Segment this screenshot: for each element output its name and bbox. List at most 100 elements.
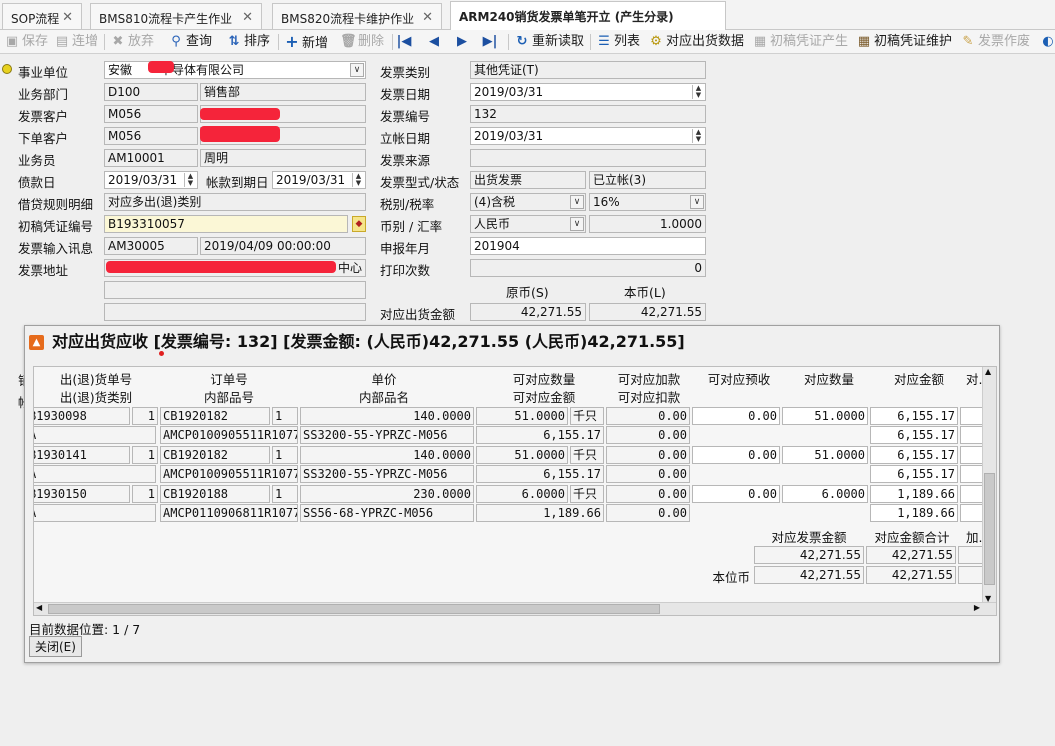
address-label: 发票地址 <box>18 263 69 278</box>
currency-select[interactable]: 人民币 ∨ <box>470 215 586 233</box>
avail-prepay-cell[interactable]: 0.00 <box>692 485 780 503</box>
tab-bms820[interactable]: BMS820流程卡维护作业 ✕ <box>272 3 442 29</box>
more-cell[interactable] <box>960 407 984 425</box>
continue-add-button[interactable]: ▤ 连增 <box>54 32 98 52</box>
tax-rate-select[interactable]: 16% ∨ <box>589 193 706 211</box>
prev-record-button[interactable]: ◀ <box>426 32 444 52</box>
match-amt-cell[interactable]: 6,155.17 <box>870 407 958 425</box>
save-button[interactable]: ▣ 保存 <box>4 32 48 52</box>
exchange-rate-field[interactable]: 1.0000 <box>589 215 706 233</box>
chevron-down-icon[interactable]: ∨ <box>350 63 364 77</box>
close-icon[interactable]: ✕ <box>422 10 433 25</box>
dept-name-field: 销售部 <box>200 83 366 101</box>
close-icon[interactable]: ✕ <box>62 10 73 25</box>
close-icon[interactable]: ✕ <box>242 10 253 25</box>
horizontal-scrollbar[interactable]: ◀ ▶ <box>34 602 996 615</box>
chevron-down-icon[interactable]: ∨ <box>690 195 704 209</box>
spinner-icon[interactable]: ▲ ▼ <box>692 129 704 143</box>
tab-bms810[interactable]: BMS810流程卡产生作业 ✕ <box>90 3 262 29</box>
borrow-date-field[interactable]: 2019/03/31 ▲ ▼ <box>104 171 198 189</box>
ship-amount-label: 对应出货金额 <box>380 307 456 322</box>
scroll-thumb[interactable] <box>984 473 995 585</box>
scroll-left-icon[interactable]: ◀ <box>36 603 42 612</box>
last-icon: ▶| <box>482 34 498 49</box>
first-record-button[interactable]: |◀ <box>396 32 414 52</box>
list-button[interactable]: ☰ 列表 <box>596 32 640 52</box>
next-record-button[interactable]: ▶ <box>454 32 472 52</box>
invoice-source-field[interactable] <box>470 149 706 167</box>
ship-amount-orig-field: 42,271.55 <box>470 303 586 321</box>
match-amt-cell[interactable]: 6,155.17 <box>870 446 958 464</box>
salesman-label: 业务员 <box>18 153 56 168</box>
spinner-icon[interactable]: ▲ ▼ <box>184 173 196 187</box>
local-currency-header: 本币(L) <box>624 285 666 300</box>
col-header-ship-no: 出(退)货单号 <box>59 372 133 387</box>
lookup-icon[interactable]: ◆ <box>352 216 366 232</box>
delete-button[interactable]: 🗑删除 <box>340 32 384 52</box>
more-cell[interactable] <box>960 446 984 464</box>
order-customer-code-field[interactable]: M056 <box>104 127 198 145</box>
avail-qty-cell: 6.0000 <box>476 485 568 503</box>
match-qty-cell[interactable]: 51.0000 <box>782 407 868 425</box>
match-amt-cell[interactable]: 1,189.66 <box>870 504 958 522</box>
avail-add-cell: 0.00 <box>606 407 690 425</box>
prev-icon: ◀ <box>429 34 439 49</box>
draft-generate-button[interactable]: ▦ 初稿凭证产生 <box>752 32 848 52</box>
match-qty-cell[interactable]: 6.0000 <box>782 485 868 503</box>
avail-prepay-cell[interactable]: 0.00 <box>692 446 780 464</box>
toolbar: ▣ 保存 ▤ 连增 ✖ 放弃 ⚲ 查询 ⇅ 排序 + 新增 🗑删除 |◀ ◀ ▶ ▶| ↻ 重… <box>0 30 1055 54</box>
chevron-down-icon[interactable]: ∨ <box>570 195 584 209</box>
tab-arm240[interactable]: ARM240销货发票单笔开立 (产生分录) <box>450 1 726 30</box>
more-cell[interactable] <box>960 504 984 522</box>
match-amt-cell[interactable]: 1,189.66 <box>870 485 958 503</box>
spinner-icon[interactable]: ▲ ▼ <box>692 85 704 99</box>
scroll-right-icon[interactable]: ▶ <box>974 603 980 612</box>
draft-no-field[interactable]: B193310057 <box>104 215 348 233</box>
address-line2-field[interactable] <box>104 281 366 299</box>
tab-label: BMS810流程卡产生作业 <box>99 12 233 26</box>
due-date-field[interactable]: 2019/03/31 ▲ ▼ <box>272 171 366 189</box>
salesman-code-field[interactable]: AM10001 <box>104 149 198 167</box>
ship-seq-cell: 1 <box>132 407 158 425</box>
invoice-date-field[interactable]: 2019/03/31 ▲ ▼ <box>470 83 706 101</box>
item-name-cell: SS56-68-YPRZC-M056 <box>300 504 474 522</box>
spinner-icon[interactable]: ▲ ▼ <box>352 173 364 187</box>
more-cell[interactable] <box>960 465 984 483</box>
save-continue-icon: ▤ <box>55 34 69 49</box>
discard-button[interactable]: ✖ 放弃 <box>110 32 154 52</box>
dept-code-field[interactable]: D100 <box>104 83 198 101</box>
match-amt-cell[interactable]: 6,155.17 <box>870 465 958 483</box>
more-button[interactable]: ◐ <box>1040 32 1055 52</box>
invoice-source-label: 发票来源 <box>380 153 431 168</box>
scroll-up-icon[interactable]: ▲ <box>985 367 991 376</box>
close-button[interactable]: 关闭(E) <box>29 636 82 657</box>
match-qty-cell[interactable]: 51.0000 <box>782 446 868 464</box>
match-shipment-button[interactable]: ⚙ 对应出货数据 <box>648 32 744 52</box>
local-currency-label: 本位币 <box>712 570 750 585</box>
avail-prepay-cell[interactable]: 0.00 <box>692 407 780 425</box>
sort-button[interactable]: ⇅ 排序 <box>226 32 270 52</box>
last-record-button[interactable]: ▶| <box>482 32 500 52</box>
address-line3-field[interactable] <box>104 303 366 321</box>
chevron-down-icon[interactable]: ∨ <box>570 217 584 231</box>
unit-cell: 千只 <box>570 446 604 464</box>
add-button[interactable]: + 新增 <box>284 32 328 52</box>
more-cell[interactable] <box>960 485 984 503</box>
report-month-field[interactable]: 201904 <box>470 237 706 255</box>
post-date-field[interactable]: 2019/03/31 ▲ ▼ <box>470 127 706 145</box>
more-cell[interactable] <box>960 426 984 444</box>
vertical-scrollbar[interactable]: ▲ ▼ <box>982 367 996 603</box>
scroll-thumb[interactable] <box>48 604 660 614</box>
query-button[interactable]: ⚲ 查询 <box>168 32 212 52</box>
avail-add-cell: 0.00 <box>606 446 690 464</box>
invoice-no-field[interactable]: 132 <box>470 105 706 123</box>
draft-maintain-button[interactable]: ▦ 初稿凭证维护 <box>856 32 952 52</box>
company-select[interactable]: 安徽 半导体有限公司 ∨ <box>104 61 366 79</box>
match-amt-cell[interactable]: 6,155.17 <box>870 426 958 444</box>
invoice-customer-code-field[interactable]: M056 <box>104 105 198 123</box>
tax-type-select[interactable]: (4)含税 ∨ <box>470 193 586 211</box>
tab-sop[interactable]: SOP流程 ✕ <box>2 3 82 29</box>
refresh-button[interactable]: ↻ 重新读取 <box>514 32 584 52</box>
ship-seq-cell: 1 <box>132 446 158 464</box>
invoice-void-button[interactable]: ✎ 发票作废 <box>960 32 1030 52</box>
